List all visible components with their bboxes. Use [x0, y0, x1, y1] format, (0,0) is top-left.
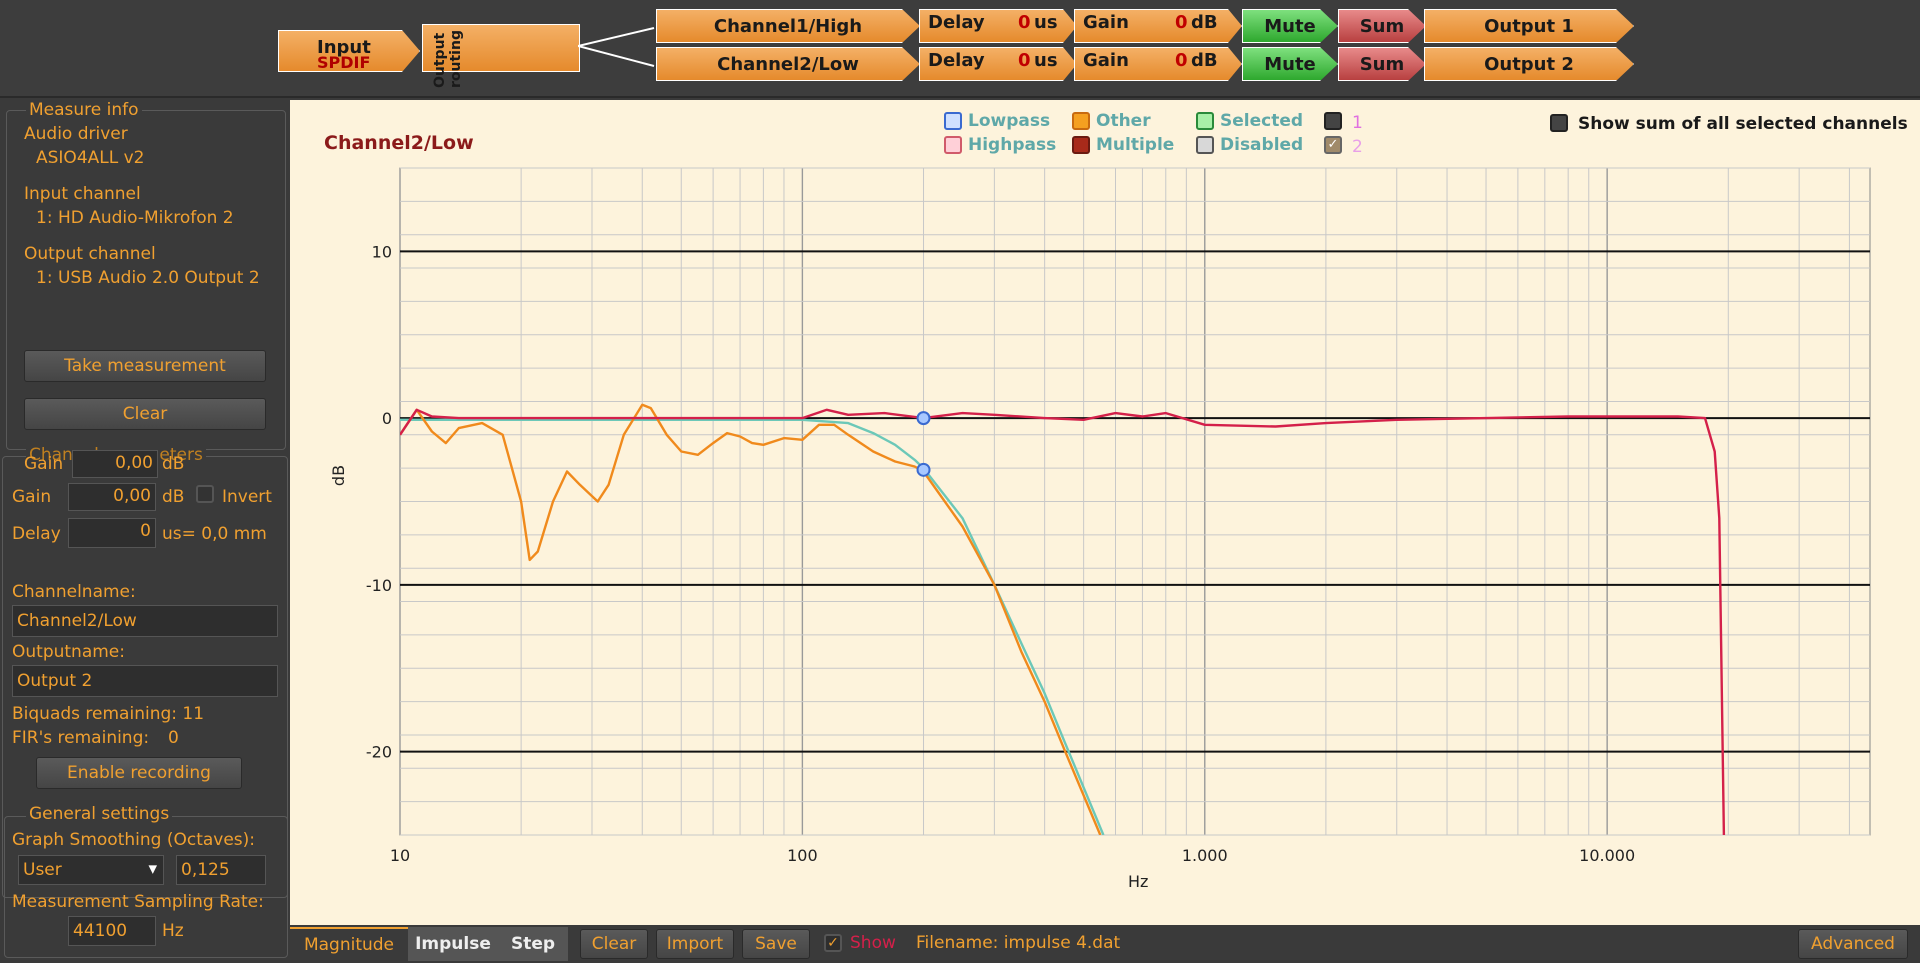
tab-magnitude[interactable]: Magnitude — [290, 927, 408, 961]
input-source: SPDIF — [317, 53, 371, 72]
smoothing-select-value: User — [23, 860, 62, 880]
delay-label: Delay — [928, 12, 985, 33]
import-button[interactable]: Import — [656, 929, 734, 959]
gain-input-1[interactable]: 0,00 — [72, 450, 158, 478]
channel2-name[interactable]: Channel2/Low — [656, 47, 920, 81]
channel1-sum[interactable]: Sum — [1338, 9, 1426, 43]
x-tick-label: 100 — [787, 846, 818, 865]
clear-measurement-button[interactable]: Clear — [24, 398, 266, 430]
channel1-output[interactable]: Output 1 — [1424, 9, 1634, 43]
input-block[interactable]: Input SPDIF — [278, 30, 420, 72]
filter-marker-handle — [916, 462, 931, 477]
gain-label: Gain — [1083, 12, 1129, 33]
chevron-down-icon: ▾ — [148, 859, 157, 879]
sampling-rate-input[interactable]: 44100 — [68, 916, 156, 946]
delay-unit: us — [1034, 50, 1058, 71]
delay-label: Delay — [928, 50, 985, 71]
channel1-mute[interactable]: Mute — [1242, 9, 1338, 43]
gain-label: Gain — [1083, 50, 1129, 71]
y-tick-label: 0 — [382, 409, 392, 428]
tab-step[interactable]: Step — [498, 927, 568, 961]
delay-value: 0 — [1018, 50, 1031, 71]
delay-unit: us — [1034, 12, 1058, 33]
delay-input[interactable]: 0 — [68, 518, 156, 548]
smoothing-value-input[interactable]: 0,125 — [176, 855, 266, 885]
general-settings-title: General settings — [26, 804, 173, 824]
firs-remaining-value: 0 — [168, 728, 179, 748]
show-checkbox[interactable]: ✓ — [824, 934, 842, 952]
gain-value: 0 — [1175, 12, 1188, 33]
gain-label-2: Gain — [12, 487, 52, 507]
channelname-label: Channelname: — [12, 582, 136, 602]
filter-marker-handle — [916, 411, 931, 426]
clear-button[interactable]: Clear — [580, 929, 648, 959]
gain-input[interactable]: 0,00 — [68, 483, 156, 511]
delay-label: Delay — [12, 524, 61, 544]
measure-info-title: Measure info — [26, 100, 142, 120]
enable-recording-button[interactable]: Enable recording — [36, 757, 242, 789]
audio-driver-label: Audio driver — [24, 124, 128, 144]
outputname-input[interactable]: Output 2 — [12, 665, 278, 697]
channel1-delay[interactable]: Delay 0 us — [919, 9, 1077, 43]
filename-label: Filename: impulse 4.dat — [916, 933, 1121, 953]
channel2-sum[interactable]: Sum — [1338, 47, 1426, 81]
invert-checkbox[interactable] — [196, 485, 214, 503]
output-channel-label: Output channel — [24, 244, 156, 264]
firs-remaining-label: FIR's remaining: — [12, 728, 150, 748]
y-tick-label: -10 — [366, 576, 392, 595]
x-tick-label: 10.000 — [1579, 846, 1635, 865]
tab-impulse[interactable]: Impulse — [408, 927, 498, 961]
routing-bar: Input SPDIF Output routing Channel1/High… — [0, 0, 1920, 98]
sampling-rate-unit: Hz — [162, 921, 184, 941]
channel1-gain[interactable]: Gain 0 dB — [1074, 9, 1242, 43]
output-channel-value: 1: USB Audio 2.0 Output 2 — [36, 268, 260, 288]
outputname-label: Outputname: — [12, 642, 125, 662]
x-axis-label: Hz — [1128, 872, 1149, 891]
advanced-button[interactable]: Advanced — [1798, 929, 1908, 959]
input-channel-value: 1: HD Audio-Mikrofon 2 — [36, 208, 234, 228]
smoothing-label: Graph Smoothing (Octaves): — [12, 830, 256, 850]
sampling-rate-label: Measurement Sampling Rate: — [12, 892, 264, 912]
x-tick-label: 10 — [390, 846, 410, 865]
bottom-toolbar: Magnitude Impulse Step Clear Import Save… — [290, 925, 1920, 963]
routing-lines — [578, 27, 655, 67]
gain-unit: dB — [1191, 12, 1218, 33]
input-channel-label: Input channel — [24, 184, 141, 204]
delay-value: 0 — [1018, 12, 1031, 33]
biquads-remaining: Biquads remaining: 11 — [12, 704, 205, 724]
frequency-response-chart[interactable]: 100-10-2010 100 1.000 10.000 — [290, 100, 1920, 925]
y-axis-label: dB — [329, 464, 349, 487]
channel2-delay[interactable]: Delay 0 us — [919, 47, 1077, 81]
gain-unit-1: dB — [162, 454, 185, 474]
y-tick-label: 10 — [372, 242, 392, 261]
take-measurement-button[interactable]: Take measurement — [24, 350, 266, 382]
gain-label-1: Gain — [24, 454, 64, 474]
invert-label: Invert — [222, 487, 272, 507]
delay-unit: us= 0,0 mm — [162, 524, 267, 544]
channel2-gain[interactable]: Gain 0 dB — [1074, 47, 1242, 81]
gain-unit: dB — [1191, 50, 1218, 71]
smoothing-select[interactable]: User ▾ — [18, 855, 164, 885]
left-panel: Measure info Audio driver ASIO4ALL v2 In… — [0, 100, 290, 963]
gain-value: 0 — [1175, 50, 1188, 71]
channel2-mute[interactable]: Mute — [1242, 47, 1338, 81]
show-label: Show — [850, 933, 896, 953]
graph-area[interactable]: Channel2/Low Lowpass Highpass Other Mult… — [290, 100, 1920, 925]
audio-driver-value: ASIO4ALL v2 — [36, 148, 145, 168]
channel2-output[interactable]: Output 2 — [1424, 47, 1634, 81]
x-tick-label: 1.000 — [1182, 846, 1228, 865]
output-routing-block[interactable]: Output routing — [422, 24, 580, 88]
channelname-input[interactable]: Channel2/Low — [12, 605, 278, 637]
output-routing-label: Output routing — [432, 30, 464, 88]
gain-unit: dB — [162, 487, 185, 507]
y-tick-label: -20 — [366, 743, 392, 762]
save-button[interactable]: Save — [742, 929, 810, 959]
channel1-name[interactable]: Channel1/High — [656, 9, 920, 43]
